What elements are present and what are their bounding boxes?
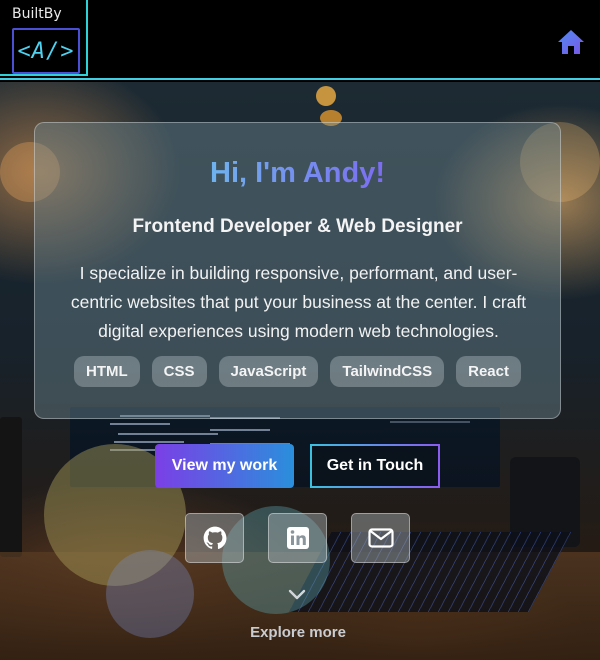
bokeh-light — [316, 86, 336, 106]
github-link[interactable] — [185, 513, 244, 563]
site-header: BuiltBy <A/> — [0, 0, 600, 80]
chevron-down-icon[interactable] — [287, 588, 307, 602]
tag-html: HTML — [74, 356, 140, 387]
tag-css: CSS — [151, 356, 207, 387]
intro-card: Hi, I'm Andy! Frontend Developer & Web D… — [34, 122, 561, 419]
github-icon — [203, 526, 226, 549]
linkedin-icon — [286, 527, 309, 549]
view-work-button[interactable]: View my work — [155, 444, 294, 488]
logo-text: BuiltBy — [12, 6, 62, 22]
role-subtitle: Frontend Developer & Web Designer — [132, 216, 463, 237]
get-in-touch-button[interactable]: Get in Touch — [310, 444, 440, 488]
home-button[interactable] — [556, 28, 586, 56]
email-link[interactable] — [351, 513, 410, 563]
tag-react: React — [456, 356, 521, 387]
keyboard — [288, 532, 572, 612]
bio-text: I specialize in building responsive, per… — [70, 263, 527, 341]
linkedin-link[interactable] — [268, 513, 327, 563]
mail-icon — [367, 528, 394, 548]
logo-mark: <A/> — [17, 38, 75, 64]
logo-mark-box: <A/> — [12, 28, 80, 74]
page-title: Hi, I'm Andy! — [35, 157, 560, 190]
speaker — [0, 417, 22, 557]
explore-more-link[interactable]: Explore more — [0, 624, 596, 641]
home-icon — [558, 30, 584, 54]
greeting-text: Hi, I'm Andy! — [210, 157, 385, 189]
tag-javascript: JavaScript — [218, 356, 319, 387]
logo[interactable]: BuiltBy <A/> — [0, 0, 88, 76]
tag-tailwindcss: TailwindCSS — [330, 356, 445, 387]
skill-tags: HTML CSS JavaScript TailwindCSS React — [35, 356, 560, 387]
